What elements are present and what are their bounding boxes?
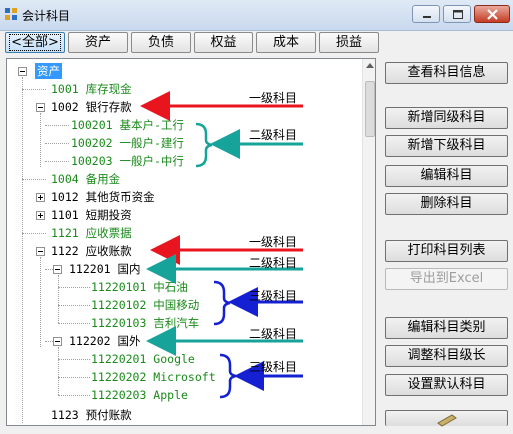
blue-brace-icon — [213, 280, 231, 326]
blue-brace-icon — [219, 353, 237, 399]
export-excel-button[interactable]: 导出到Excel — [385, 268, 508, 290]
add-child-account-button[interactable]: 新增下级科目 — [385, 135, 508, 157]
teal-brace-icon — [195, 122, 213, 168]
delete-account-button[interactable]: 删除科目 — [385, 193, 508, 215]
annotation-level2: 二级科目 — [249, 327, 298, 341]
set-default-account-button[interactable]: 设置默认科目 — [385, 374, 508, 396]
annotation-level1: 一级科目 — [249, 235, 298, 249]
annotation-level1: 一级科目 — [249, 91, 298, 105]
pencil-icon — [437, 414, 457, 427]
adjust-level-length-button[interactable]: 调整科目级长 — [385, 345, 508, 367]
view-account-button[interactable]: 查看科目信息 — [385, 62, 508, 84]
add-sibling-account-button[interactable]: 新增同级科目 — [385, 107, 508, 129]
print-account-list-button[interactable]: 打印科目列表 — [385, 240, 508, 262]
annotation-level2: 二级科目 — [249, 256, 298, 270]
bottom-tool-button[interactable] — [385, 410, 508, 427]
annotation-level3: 三级科目 — [249, 289, 298, 303]
edit-account-category-button[interactable]: 编辑科目类别 — [385, 317, 508, 339]
annotation-level2: 二级科目 — [249, 128, 298, 142]
edit-account-button[interactable]: 编辑科目 — [385, 165, 508, 187]
annotation-level3: 三级科目 — [249, 360, 298, 374]
